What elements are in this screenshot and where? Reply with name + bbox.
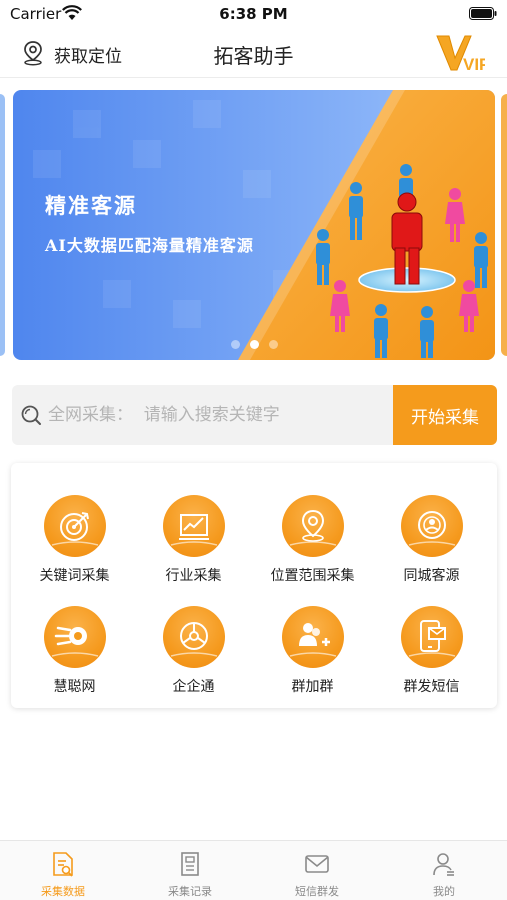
badge-icon: [401, 495, 463, 557]
nav-bar: 获取定位 拓客助手 VIP: [0, 28, 507, 78]
bottom-tab-bar: 采集数据 采集记录 短信群发 我的: [0, 840, 507, 900]
banner-title: 精准客源: [45, 193, 137, 218]
grid-item-qiqitong[interactable]: 企企通: [133, 606, 254, 706]
page-title: 拓客助手: [213, 44, 294, 68]
tab-label: 我的: [433, 885, 455, 898]
banner-peek-right: [501, 94, 507, 356]
location-pin-icon: [282, 495, 344, 557]
search-input[interactable]: [48, 385, 388, 445]
tab-sms-broadcast[interactable]: 短信群发: [254, 841, 380, 900]
vip-badge-icon[interactable]: VIP: [435, 32, 485, 74]
grid-item-label: 关键词采集: [39, 568, 110, 584]
tab-collect-data[interactable]: 采集数据: [0, 841, 126, 900]
vip-text: VIP: [463, 55, 485, 74]
banner-peek-left: [0, 94, 5, 356]
banner-dot[interactable]: [230, 340, 240, 349]
grid-item-label: 慧聪网: [53, 679, 96, 695]
battery-icon: [469, 7, 497, 20]
grid-item-huicong[interactable]: 慧聪网: [14, 606, 135, 706]
chart-icon: [163, 495, 225, 557]
grid-item-label: 同城客源: [403, 568, 460, 584]
tab-label: 采集记录: [168, 885, 212, 898]
document-search-icon: [53, 852, 73, 877]
record-icon: [181, 852, 199, 876]
search-icon: [21, 405, 41, 425]
banner-carousel[interactable]: 精准客源 AI大数据匹配海量精准客源: [0, 90, 507, 360]
grid-item-label: 行业采集: [165, 568, 222, 584]
swirl-logo-icon: [44, 606, 106, 668]
grid-item-same-city-clients[interactable]: 同城客源: [371, 495, 492, 595]
target-icon: [44, 495, 106, 557]
feature-grid: 关键词采集 行业采集 位置范围采集 同城客源 慧聪网 企企通 群加群 群发短信: [11, 463, 497, 708]
tab-collect-records[interactable]: 采集记录: [127, 841, 253, 900]
search-bar: [12, 385, 395, 445]
mail-icon: [305, 855, 329, 873]
grid-item-label: 群加群: [291, 679, 334, 695]
banner-subtitle: AI大数据匹配海量精准客源: [45, 236, 254, 255]
status-bar: Carrier 6:38 PM: [0, 0, 507, 28]
message-phone-icon: [401, 606, 463, 668]
banner-dot[interactable]: [268, 340, 278, 349]
tab-mine[interactable]: 我的: [381, 841, 507, 900]
tab-label: 采集数据: [41, 885, 85, 898]
grid-item-location-range-collect[interactable]: 位置范围采集: [252, 495, 373, 595]
tab-label: 短信群发: [295, 885, 339, 898]
banner-slide[interactable]: 精准客源 AI大数据匹配海量精准客源: [13, 90, 495, 360]
compass-icon: [163, 606, 225, 668]
grid-item-keyword-collect[interactable]: 关键词采集: [14, 495, 135, 595]
grid-item-label: 位置范围采集: [270, 568, 355, 584]
user-icon: [433, 853, 454, 876]
add-group-icon: [282, 606, 344, 668]
grid-item-group-add-group[interactable]: 群加群: [252, 606, 373, 706]
status-time: 6:38 PM: [219, 5, 288, 23]
banner-pagination: [13, 334, 495, 353]
start-collect-button[interactable]: 开始采集: [393, 385, 497, 445]
banner-illustration: [13, 90, 495, 360]
grid-item-industry-collect[interactable]: 行业采集: [133, 495, 254, 595]
banner-dot-active[interactable]: [249, 340, 259, 349]
grid-item-mass-sms[interactable]: 群发短信: [371, 606, 492, 706]
grid-item-label: 群发短信: [403, 679, 460, 695]
grid-item-label: 企企通: [172, 679, 215, 695]
